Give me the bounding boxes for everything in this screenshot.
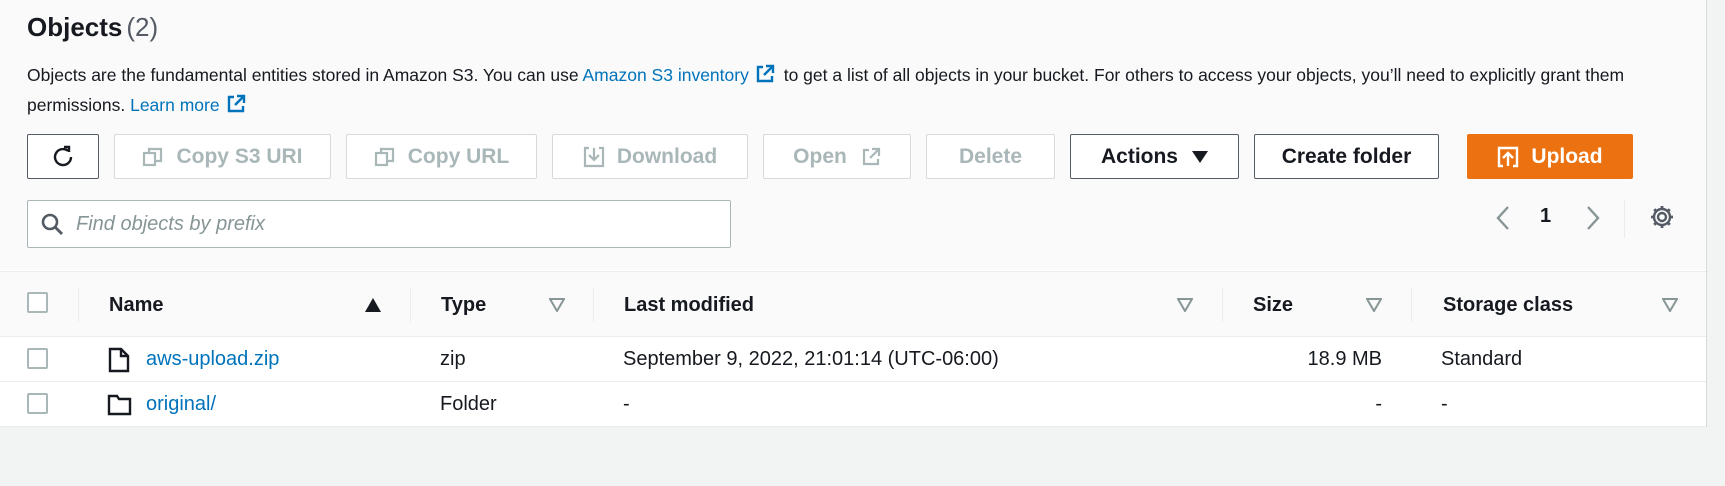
copy-s3-uri-button[interactable]: Copy S3 URI <box>114 134 331 179</box>
sort-icon[interactable] <box>1662 298 1678 312</box>
column-header-last-modified[interactable]: Last modified <box>624 294 754 317</box>
external-link-icon <box>862 147 880 165</box>
current-page-number[interactable]: 1 <box>1540 205 1551 228</box>
table-header: Name Type Last modified Size Storage cla… <box>0 271 1706 337</box>
download-label: Download <box>616 144 718 168</box>
objects-panel: Objects (2) Objects are the fundamental e… <box>0 0 1707 427</box>
actions-label: Actions <box>1100 144 1178 168</box>
delete-button[interactable]: Delete <box>926 134 1055 179</box>
column-separator <box>78 288 79 322</box>
object-last-modified: - <box>623 393 630 415</box>
column-header-size[interactable]: Size <box>1253 294 1293 317</box>
object-last-modified: September 9, 2022, 21:01:14 (UTC-06:00) <box>623 348 999 370</box>
select-all-checkbox[interactable] <box>27 292 48 313</box>
page-title: Objects (2) <box>27 12 158 43</box>
column-separator <box>1411 288 1412 322</box>
description-text-1: Objects are the fundamental entities sto… <box>27 65 583 85</box>
open-button[interactable]: Open <box>763 134 911 179</box>
table-row[interactable]: original/ Folder - - - <box>0 382 1706 427</box>
row-checkbox[interactable] <box>27 348 48 369</box>
caret-down-icon <box>1192 150 1208 163</box>
refresh-button[interactable] <box>27 134 99 179</box>
copy-s3-uri-label: Copy S3 URI <box>176 144 303 168</box>
refresh-icon <box>53 145 73 166</box>
delete-label: Delete <box>958 144 1023 168</box>
description: Objects are the fundamental entities sto… <box>27 60 1677 120</box>
object-count: (2) <box>126 12 159 42</box>
object-storage-class: Standard <box>1441 348 1523 370</box>
column-header-storage-class[interactable]: Storage class <box>1443 294 1573 317</box>
open-label: Open <box>793 144 847 168</box>
external-link-icon <box>227 94 245 113</box>
object-size: - <box>1375 393 1382 415</box>
previous-page-icon[interactable] <box>1494 205 1512 231</box>
sort-icon[interactable] <box>1177 298 1193 312</box>
upload-icon <box>1498 146 1519 167</box>
table-row[interactable]: aws-upload.zip zip September 9, 2022, 21… <box>0 337 1706 382</box>
title-text: Objects <box>27 12 123 42</box>
copy-icon <box>374 147 394 166</box>
object-name-link[interactable]: aws-upload.zip <box>146 348 279 371</box>
learn-more-link[interactable]: Learn more <box>130 94 250 115</box>
pager-divider <box>1624 200 1625 238</box>
search-icon <box>41 213 63 235</box>
copy-url-label: Copy URL <box>407 144 510 168</box>
sort-ascending-icon[interactable] <box>365 298 381 312</box>
file-icon <box>108 347 130 373</box>
s3-inventory-link[interactable]: Amazon S3 inventory <box>582 64 779 85</box>
sort-icon[interactable] <box>549 298 565 312</box>
actions-dropdown-button[interactable]: Actions <box>1070 134 1239 179</box>
create-folder-label: Create folder <box>1281 144 1412 168</box>
download-icon <box>583 146 604 167</box>
column-header-name[interactable]: Name <box>109 294 163 317</box>
gear-icon[interactable] <box>1649 204 1675 230</box>
upload-button[interactable]: Upload <box>1467 134 1633 179</box>
column-separator <box>1222 288 1223 322</box>
object-type: Folder <box>440 393 497 415</box>
copy-icon <box>143 147 163 166</box>
object-size: 18.9 MB <box>1307 348 1382 370</box>
upload-label: Upload <box>1531 144 1603 168</box>
column-header-type[interactable]: Type <box>441 294 486 317</box>
objects-header: Objects (2) Objects are the fundamental e… <box>0 0 1706 270</box>
learn-more-label: Learn more <box>130 95 220 115</box>
column-separator <box>593 288 594 322</box>
column-separator <box>410 288 411 322</box>
folder-icon <box>107 394 132 416</box>
s3-inventory-link-label: Amazon S3 inventory <box>582 65 749 85</box>
search-box <box>27 200 731 248</box>
row-checkbox[interactable] <box>27 393 48 414</box>
search-input[interactable] <box>76 212 676 236</box>
download-button[interactable]: Download <box>552 134 748 179</box>
external-link-icon <box>756 64 775 83</box>
create-folder-button[interactable]: Create folder <box>1254 134 1439 179</box>
next-page-icon[interactable] <box>1584 205 1602 231</box>
object-storage-class: - <box>1441 393 1448 415</box>
sort-icon[interactable] <box>1366 298 1382 312</box>
object-name-link[interactable]: original/ <box>146 393 216 416</box>
object-type: zip <box>440 348 466 370</box>
copy-url-button[interactable]: Copy URL <box>346 134 537 179</box>
